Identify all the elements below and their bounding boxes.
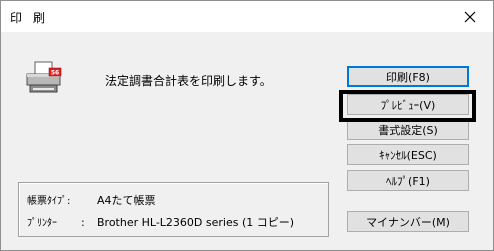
dialog-body: 56 法定調書合計表を印刷します。 帳票ﾀｲﾌﾟ: A4たて帳票 ﾌﾟﾘﾝﾀｰ: B… [1, 32, 493, 250]
printer-separator: : [81, 216, 85, 229]
printer-label: ﾌﾟﾘﾝﾀｰ [27, 218, 57, 229]
form-type-value: A4たて帳票 [97, 194, 156, 207]
printer-name: Brother HL-L2360D series (1 コピー) [97, 216, 295, 229]
preview-button[interactable]: ﾌﾟﾚﾋﾞｭｰ(V) [347, 94, 469, 115]
print-info-panel: 帳票ﾀｲﾌﾟ: A4たて帳票 ﾌﾟﾘﾝﾀｰ: Brother HL-L2360D s… [18, 182, 329, 237]
print-message: 法定調書合計表を印刷します。 [105, 74, 272, 88]
print-button[interactable]: 印刷(F8) [347, 66, 469, 87]
cancel-button[interactable]: ｷｬﾝｾﾙ(ESC) [347, 144, 469, 165]
printer-row: ﾌﾟﾘﾝﾀｰ: Brother HL-L2360D series (1 コピー) [27, 214, 294, 230]
form-type-row: 帳票ﾀｲﾌﾟ: A4たて帳票 [27, 192, 156, 208]
svg-text:56: 56 [51, 70, 59, 77]
title-bar: 印刷 [1, 1, 493, 32]
form-type-label: 帳票ﾀｲﾌﾟ: [27, 196, 71, 207]
print-dialog: 印刷 56 法定調書合計表を印刷します。 帳票ﾀｲﾌﾟ: A4たて帳票 ﾌﾟﾘﾝ… [0, 0, 494, 251]
dialog-title: 印刷 [10, 11, 57, 25]
my-number-button[interactable]: マイナンバー(M) [347, 211, 469, 232]
printer-icon: 56 [26, 61, 62, 93]
format-settings-button[interactable]: 書式設定(S) [347, 119, 469, 140]
close-button[interactable] [447, 1, 493, 32]
help-button[interactable]: ﾍﾙﾌﾟ(F1) [347, 170, 469, 191]
close-icon [464, 11, 476, 22]
